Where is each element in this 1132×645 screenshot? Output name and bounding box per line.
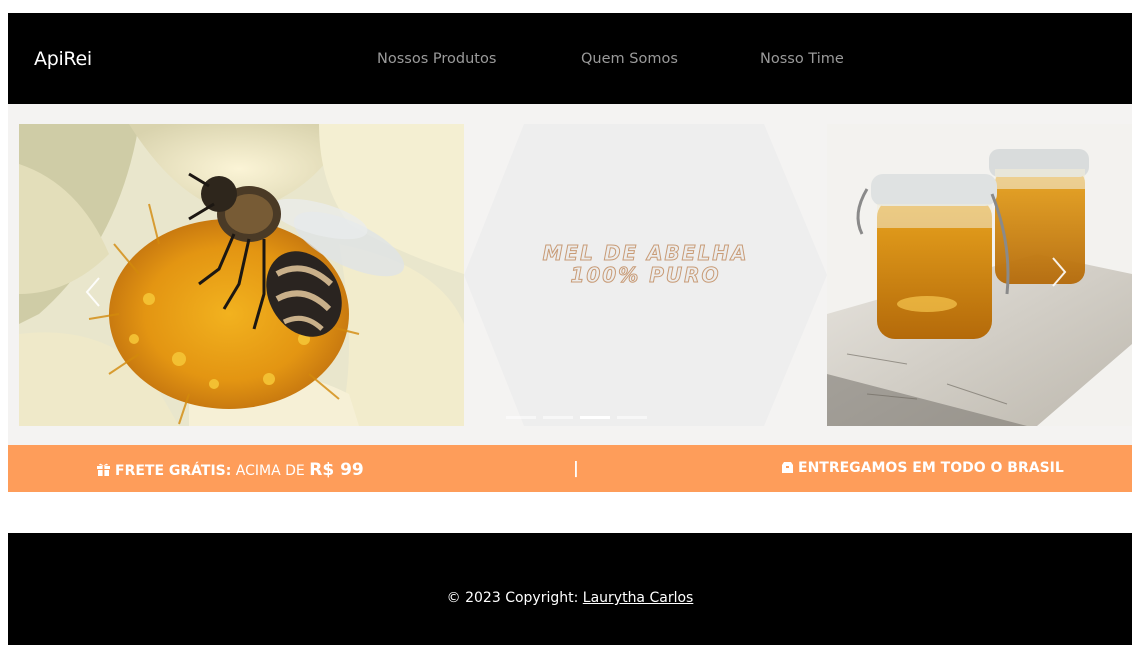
chevron-right-icon [1052, 257, 1067, 287]
footer-copyright: © 2023 Copyright: Laurytha Carlos [8, 590, 1132, 606]
gift-icon [97, 463, 110, 476]
carousel-prev-button[interactable] [76, 252, 106, 292]
carousel-indicator-4[interactable] [617, 416, 647, 419]
box-icon [782, 462, 793, 473]
nav-link-nossos-produtos[interactable]: Nossos Produtos [377, 51, 496, 67]
carousel-indicator-3[interactable] [580, 416, 610, 419]
carousel-next-button[interactable] [1043, 252, 1073, 292]
hero-title-line2: 100% PURO [570, 263, 721, 287]
hero-title: MEL DE ABELHA 100% PURO [464, 241, 827, 287]
promo-bar: FRETE GRÁTIS: ACIMA DE R$ 99 | ENTREGAMO… [8, 445, 1132, 492]
brand-logo[interactable]: ApiRei [34, 48, 92, 70]
delivery-text: ENTREGAMOS EM TODO O BRASIL [781, 460, 1064, 476]
footer: © 2023 Copyright: Laurytha Carlos [8, 533, 1132, 645]
honey-jars-image [827, 124, 1132, 426]
nav-link-quem-somos[interactable]: Quem Somos [581, 51, 678, 67]
free-shipping-text: FRETE GRÁTIS: ACIMA DE R$ 99 [96, 460, 364, 480]
carousel-indicator-2[interactable] [543, 416, 573, 419]
free-shipping-condition: ACIMA DE [231, 463, 310, 479]
author-link[interactable]: Laurytha Carlos [583, 590, 694, 606]
carousel-indicator-1[interactable] [506, 416, 536, 419]
promo-separator: | [573, 458, 579, 477]
free-shipping-label: FRETE GRÁTIS: [115, 463, 232, 479]
hero-carousel: MEL DE ABELHA 100% PURO [8, 104, 1132, 445]
free-shipping-price: R$ 99 [309, 460, 364, 480]
nav-link-nosso-time[interactable]: Nosso Time [760, 51, 844, 67]
hero-title-line1: MEL DE ABELHA [542, 241, 749, 265]
navbar: ApiRei Nossos Produtos Quem Somos Nosso … [8, 13, 1132, 104]
copyright-text: © 2023 Copyright: [446, 590, 583, 606]
delivery-label: ENTREGAMOS EM TODO O BRASIL [798, 460, 1064, 476]
